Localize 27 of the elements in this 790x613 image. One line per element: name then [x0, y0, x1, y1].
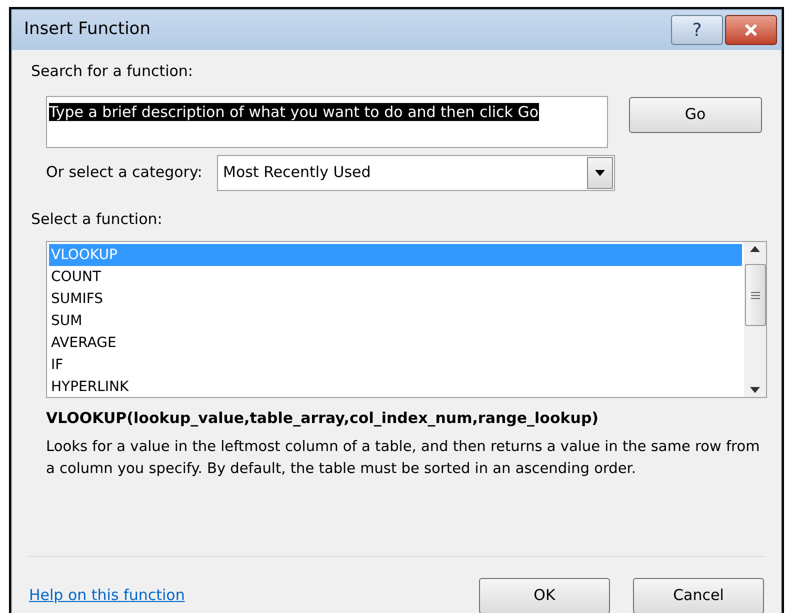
function-list-item[interactable]: IF: [49, 354, 742, 376]
function-list-item[interactable]: SUMIFS: [49, 288, 742, 310]
function-list-label: Select a function:: [31, 208, 164, 230]
scrollbar-thumb[interactable]: [744, 264, 766, 326]
scroll-down-icon: [750, 387, 760, 393]
function-list-item[interactable]: SUM: [49, 310, 742, 332]
dialog-button[interactable]: Cancel: [633, 578, 764, 613]
search-field[interactable]: Type a brief description of what you want to do and then click Go: [46, 96, 608, 148]
search-text: Type a brief description of what you want to do and then click Go: [49, 102, 539, 120]
scroll-up-icon: [750, 246, 760, 252]
category-dropdown[interactable]: Most Recently Used: [217, 154, 615, 190]
category-value: Most Recently Used: [222, 162, 372, 184]
close-button[interactable]: [725, 15, 777, 45]
help-link[interactable]: Help on this function: [29, 584, 456, 607]
function-signature: VLOOKUP(lookup_value,table_array,col_index_num,range_lookup): [45, 408, 600, 429]
go-button[interactable]: Go: [628, 96, 762, 132]
dialog-button[interactable]: OK: [479, 578, 610, 613]
scrollbar[interactable]: [744, 242, 766, 397]
close-icon: [743, 22, 759, 38]
function-list-item[interactable]: AVERAGE: [49, 332, 742, 354]
help-button[interactable]: ?: [671, 15, 723, 45]
category-label: Or select a category:: [46, 162, 204, 184]
search-label: Search for a function:: [31, 61, 194, 82]
function-list-item[interactable]: COUNT: [49, 266, 742, 288]
function-description: Looks for a value in the leftmost column of a table, and then returns a value in the same row from a column you specify. By default, the table must be sorted in an ascending order.: [45, 438, 761, 478]
function-list-item[interactable]: HYPERLINK: [49, 376, 742, 398]
window-title: Insert Function: [24, 18, 152, 42]
